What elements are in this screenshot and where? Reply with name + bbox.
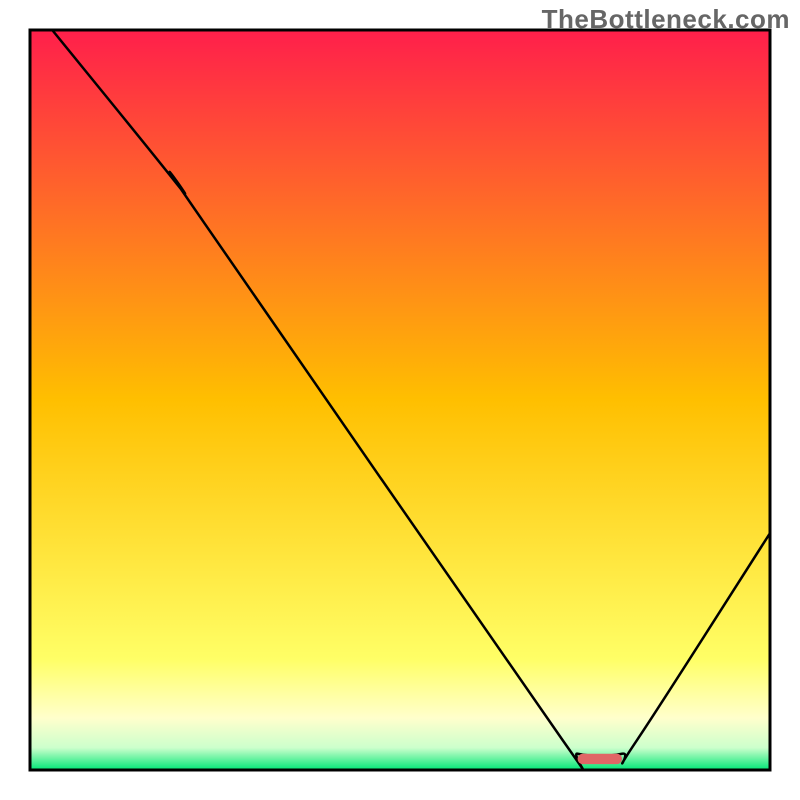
optimal-range-marker xyxy=(578,754,622,764)
watermark-label: TheBottleneck.com xyxy=(542,4,790,35)
chart-container: TheBottleneck.com xyxy=(0,0,800,800)
bottleneck-chart xyxy=(0,0,800,800)
